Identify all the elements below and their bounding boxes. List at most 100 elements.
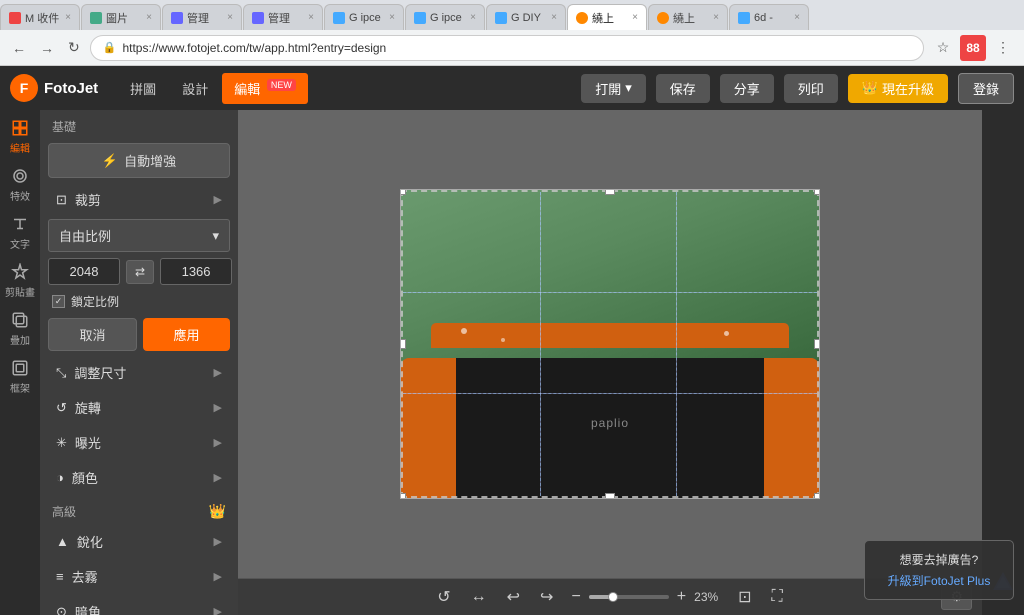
- handle-tl[interactable]: [400, 189, 406, 195]
- ratio-dropdown[interactable]: 自由比例 ▾: [48, 219, 230, 252]
- color-arrow: ▶: [214, 471, 222, 484]
- sidebar-item-sticker[interactable]: 剪貼畫: [2, 258, 38, 304]
- logo: F FotoJet: [10, 74, 98, 102]
- width-input[interactable]: [48, 258, 120, 285]
- defog-item[interactable]: ≡ 去霧 ▶: [44, 560, 234, 593]
- address-bar[interactable]: 🔒 https://www.fotojet.com/tw/app.html?en…: [90, 35, 924, 61]
- nav-edit[interactable]: 編輯 NEW: [222, 73, 308, 104]
- extension-icon[interactable]: 88: [960, 35, 986, 61]
- vignette-icon: ⊙: [56, 604, 67, 615]
- tab-ipce1[interactable]: G ipce ×: [324, 4, 404, 30]
- tab-close-5[interactable]: ×: [389, 12, 395, 23]
- lock-ratio-checkbox[interactable]: [52, 295, 65, 308]
- sidebar-item-effects[interactable]: 特效: [2, 162, 38, 208]
- handle-tr[interactable]: [814, 189, 820, 195]
- bookmark-icon[interactable]: ☆: [930, 35, 956, 61]
- zoom-out-button[interactable]: −: [567, 586, 584, 608]
- rotate-item[interactable]: ↺ 旋轉 ▶: [44, 391, 234, 424]
- zoom-in-button[interactable]: +: [673, 586, 690, 608]
- tab-manage2[interactable]: 管理 ×: [243, 4, 323, 30]
- sidebar-item-edit[interactable]: 編輯: [2, 114, 38, 160]
- cancel-button[interactable]: 取消: [48, 318, 137, 351]
- sharpen-item[interactable]: ▲ 銳化 ▶: [44, 525, 234, 558]
- tab-image[interactable]: 圖片 ×: [81, 4, 161, 30]
- nav-design[interactable]: 設計: [170, 73, 220, 104]
- tab-mail[interactable]: M 收件 ×: [0, 4, 80, 30]
- handle-bl[interactable]: [400, 493, 406, 499]
- handle-mr[interactable]: [814, 339, 820, 349]
- sharpen-arrow: ▶: [214, 535, 222, 548]
- flip-h-button[interactable]: ↔: [465, 584, 493, 610]
- open-button[interactable]: 打開 ▾: [581, 74, 646, 103]
- sidebar-item-frame[interactable]: 框架: [2, 354, 38, 400]
- menu-icon[interactable]: ⋮: [990, 35, 1016, 61]
- exposure-item[interactable]: ✳ 曝光 ▶: [44, 426, 234, 459]
- undo-button[interactable]: ↩: [501, 583, 526, 611]
- auto-enhance-button[interactable]: ⚡ 自動增強: [48, 143, 230, 178]
- tab-ipce2[interactable]: G ipce ×: [405, 4, 485, 30]
- action-row: 取消 應用: [48, 318, 230, 351]
- rotate-left-button[interactable]: ↺: [431, 583, 456, 611]
- tab-close-active[interactable]: ×: [632, 12, 638, 23]
- resize-item[interactable]: ⤡ 調整尺寸 ▶: [44, 356, 234, 389]
- handle-tm[interactable]: [605, 189, 615, 195]
- apply-button[interactable]: 應用: [143, 318, 230, 351]
- defog-arrow: ▶: [214, 570, 222, 583]
- tooltip-text: 想要去掉廣告?: [900, 553, 979, 567]
- tab-close-7[interactable]: ×: [551, 12, 557, 23]
- login-button[interactable]: 登錄: [958, 73, 1014, 104]
- tab-close-3[interactable]: ×: [227, 12, 233, 23]
- lock-ratio-row: 鎖定比例: [52, 293, 226, 310]
- rotate-icon: ↺: [56, 400, 67, 416]
- back-button[interactable]: ←: [8, 38, 30, 58]
- tab-close-6[interactable]: ×: [470, 12, 476, 23]
- sidebar-item-text[interactable]: 文字: [2, 210, 38, 256]
- overlay-icon: [11, 311, 29, 329]
- tab-6d[interactable]: 6d - ×: [729, 4, 809, 30]
- print-button[interactable]: 列印: [784, 74, 838, 103]
- tab-close-9[interactable]: ×: [794, 12, 800, 23]
- fit-screen-button[interactable]: ⊡: [732, 583, 757, 611]
- upgrade-button[interactable]: 👑 現在升級: [848, 74, 948, 103]
- crop-arrow: ▶: [214, 193, 222, 206]
- resize-arrow: ▶: [214, 366, 222, 379]
- crown-icon: 👑: [209, 503, 226, 520]
- speaker-brand: paplio: [591, 416, 629, 430]
- sharpen-icon: ▲: [56, 534, 69, 549]
- handle-bm[interactable]: [605, 493, 615, 499]
- height-input[interactable]: [160, 258, 232, 285]
- handle-br[interactable]: [814, 493, 820, 499]
- swap-button[interactable]: ⇄: [126, 260, 154, 284]
- vignette-item[interactable]: ⊙ 暗角 ▶: [44, 595, 234, 615]
- tab-close-4[interactable]: ×: [308, 12, 314, 23]
- handle-ml[interactable]: [400, 339, 406, 349]
- refresh-button[interactable]: ↻: [64, 37, 84, 58]
- upgrade-link[interactable]: 升級到FotoJet Plus: [877, 572, 1001, 589]
- advanced-section: 高級 👑: [40, 495, 238, 524]
- zoom-slider[interactable]: [589, 595, 669, 599]
- tab-close-8[interactable]: ×: [713, 12, 719, 23]
- tab-manage1[interactable]: 管理 ×: [162, 4, 242, 30]
- defog-icon: ≡: [56, 569, 64, 584]
- sidebar-item-overlay[interactable]: 疊加: [2, 306, 38, 352]
- left-panel: 基礎 ⚡ 自動增強 ⊡ 裁剪 ▶ 自由比例 ▾ ⇄: [40, 110, 238, 615]
- exposure-arrow: ▶: [214, 436, 222, 449]
- save-button[interactable]: 保存: [656, 74, 710, 103]
- fullscreen-button[interactable]: ⛶: [766, 584, 789, 610]
- frame-icon: [11, 359, 29, 377]
- forward-button[interactable]: →: [36, 38, 58, 58]
- color-item[interactable]: ◑ 顏色 ▶: [44, 461, 234, 494]
- canvas-background: paplio: [238, 110, 982, 578]
- tab-diy[interactable]: G DIY ×: [486, 4, 566, 30]
- tab-more[interactable]: 繞上 ×: [648, 4, 728, 30]
- tab-close-2[interactable]: ×: [146, 12, 152, 23]
- redo-button[interactable]: ↪: [534, 583, 559, 611]
- share-button[interactable]: 分享: [720, 74, 774, 103]
- dimension-row: ⇄: [48, 258, 230, 285]
- effects-icon: [11, 167, 29, 185]
- tab-close[interactable]: ×: [65, 12, 71, 23]
- section-basic-title: 基礎: [40, 110, 238, 139]
- tab-active[interactable]: 繞上 ×: [567, 4, 647, 30]
- nav-collage[interactable]: 拼圖: [118, 73, 168, 104]
- crop-item[interactable]: ⊡ 裁剪 ▶: [44, 183, 234, 216]
